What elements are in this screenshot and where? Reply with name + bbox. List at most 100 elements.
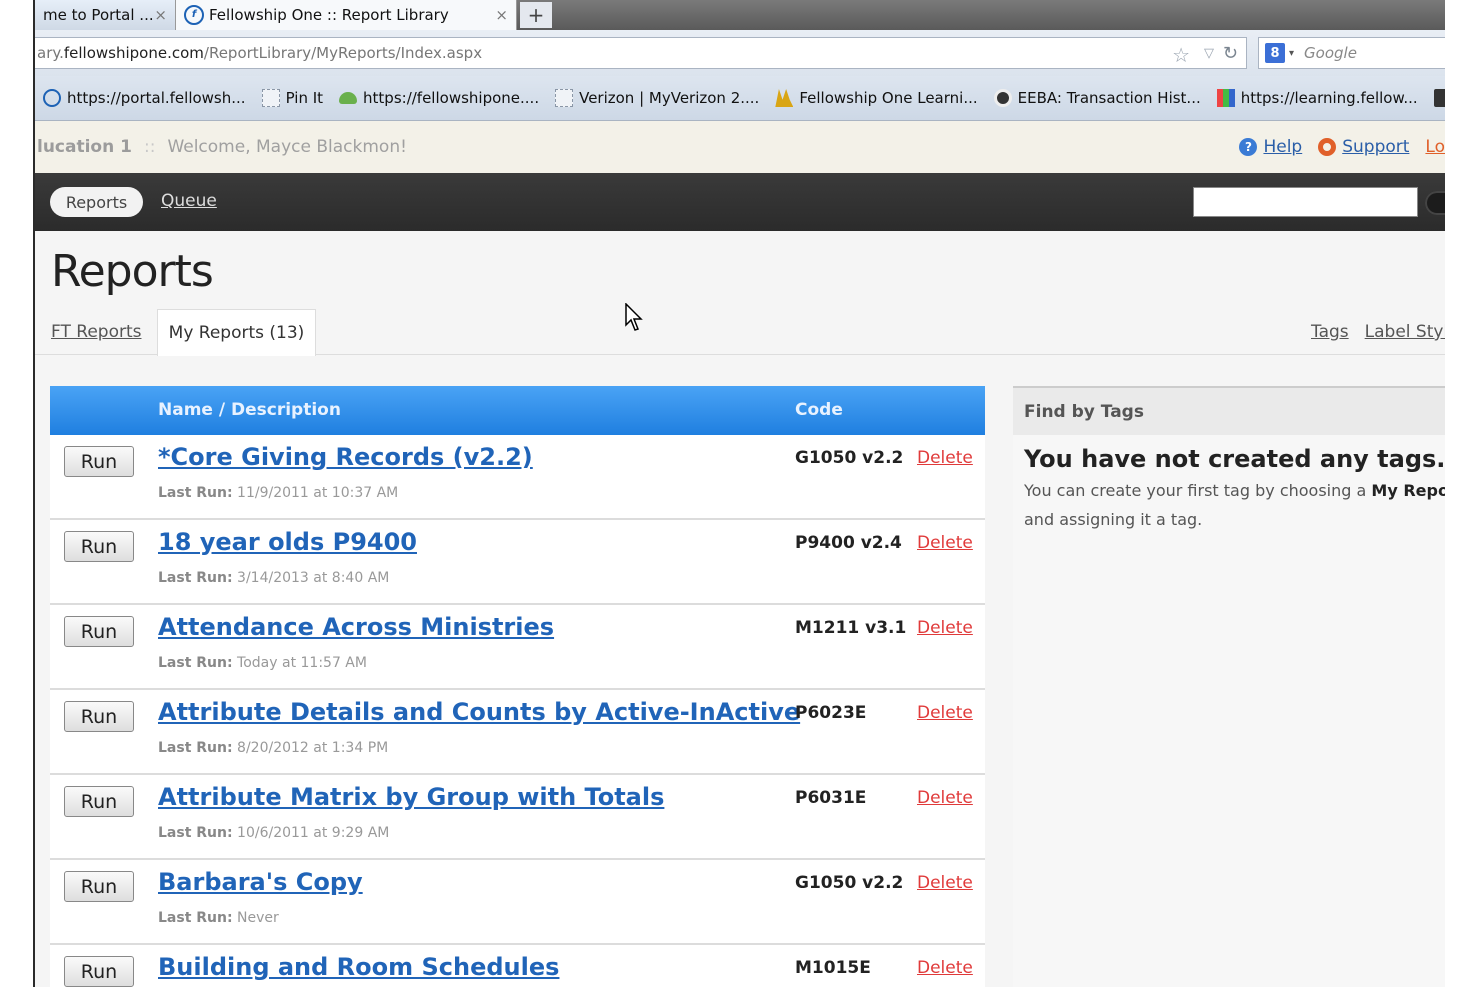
report-name-link[interactable]: Attribute Details and Counts by Active-I… [158,698,800,726]
table-row: Run 18 year olds P9400 Last Run: 3/14/20… [50,520,985,605]
browser-navigation-bar: ary. fellowshipone.com/ReportLibrary/MyRe… [35,30,1445,76]
report-name-link[interactable]: Barbara's Copy [158,868,363,896]
help-link[interactable]: Help [1263,137,1302,157]
report-search-input[interactable] [1193,187,1418,217]
address-bar[interactable]: ary. fellowshipone.com/ReportLibrary/MyRe… [35,37,1247,69]
header-separator: :: [143,137,156,157]
search-engine-icon[interactable]: 8 [1265,43,1285,63]
report-name-link[interactable]: 18 year olds P9400 [158,528,417,556]
delete-link[interactable]: Delete [917,448,973,468]
tags-link[interactable]: Tags [1311,322,1349,342]
bookmark-item[interactable]: Fellowship One Learni... [775,89,978,107]
last-run-info: Last Run: 11/9/2011 at 10:37 AM [158,485,398,501]
close-icon[interactable]: × [495,6,508,24]
no-tags-text-line2: and assigning it a tag. [1024,510,1203,529]
church-name: lucation 1 [37,137,132,157]
table-row: Run Building and Room Schedules M1015E D… [50,945,985,987]
history-dropdown-icon[interactable]: ▽ [1204,46,1214,61]
header-links: ? Help Support Lo [1239,121,1445,173]
main-menu-bar: Reports Queue [35,173,1445,231]
learning-icon [775,89,794,107]
report-name-link[interactable]: Attribute Matrix by Group with Totals [158,783,664,811]
bookmarks-toolbar: https://portal.fellowsh... Pin It https:… [35,76,1445,121]
nav-queue[interactable]: Queue [161,191,217,211]
page-title: Reports [51,246,214,297]
bookmark-label: Fellowship One Learni... [799,89,978,107]
browser-search-box[interactable]: 8 ▾ Google [1258,37,1445,69]
browser-tab-title: Fellowship One :: Report Library [209,6,449,24]
delete-link[interactable]: Delete [917,703,973,723]
last-run-label: Last Run: [158,825,233,841]
delete-link[interactable]: Delete [917,618,973,638]
no-tags-title: You have not created any tags. [1024,445,1445,473]
run-button[interactable]: Run [64,786,134,817]
page-icon [555,89,574,107]
bookmark-label: https://learning.fellow... [1240,89,1418,107]
last-run-label: Last Run: [158,740,233,756]
run-button[interactable]: Run [64,871,134,902]
report-name-link[interactable]: Building and Room Schedules [158,953,559,981]
delete-link[interactable]: Delete [917,788,973,808]
help-icon: ? [1239,138,1258,156]
lifebuoy-icon [1318,138,1337,156]
tab-ft-reports[interactable]: FT Reports [51,322,141,342]
table-row: Run Attendance Across Ministries Last Ru… [50,605,985,690]
delete-link[interactable]: Delete [917,873,973,893]
mouse-cursor-icon [625,303,643,331]
nav-reports[interactable]: Reports [50,187,143,217]
tab-my-reports[interactable]: My Reports (13) [157,309,316,356]
reports-table-header: Name / Description Code [50,386,985,435]
screen-right-edge [1445,0,1480,987]
view-links: Tags Label Styl [1311,322,1445,342]
bookmark-label: Pin It [285,89,324,107]
delete-link[interactable]: Delete [917,958,973,978]
run-button[interactable]: Run [64,616,134,647]
run-button[interactable]: Run [64,701,134,732]
no-tags-text-start: You can create your first tag by choosin… [1024,481,1372,500]
label-styles-link[interactable]: Label Styl [1365,322,1445,342]
last-run-value: 11/9/2011 at 10:37 AM [237,485,399,501]
last-run-label: Last Run: [158,485,233,501]
welcome-message: Welcome, Mayce Blackmon! [167,137,407,157]
bookmark-star-icon[interactable]: ☆ [1172,43,1190,67]
no-tags-text-bold: My Repo [1371,481,1445,500]
screen-left-edge [0,0,35,987]
bookmark-item[interactable]: https://portal.fellowsh... [43,89,246,107]
last-run-label: Last Run: [158,570,233,586]
browser-tab-portal[interactable]: me to Portal ... × [35,0,175,30]
cloud-icon [339,92,358,104]
last-run-info: Last Run: Never [158,910,279,926]
find-by-tags-panel: You have not created any tags. You can c… [1013,435,1445,987]
url-domain: fellowshipone.com [63,44,204,62]
no-tags-message: You can create your first tag by choosin… [1024,476,1445,534]
last-run-value: 8/20/2012 at 1:34 PM [237,740,389,756]
table-row: Run Barbara's Copy Last Run: Never G1050… [50,860,985,945]
logout-link[interactable]: Lo [1425,137,1445,157]
table-row: Run Attribute Details and Counts by Acti… [50,690,985,775]
bookmark-item[interactable]: EEBA: Transaction Hist... [993,89,1201,107]
table-row: Run *Core Giving Records (v2.2) Last Run… [50,435,985,520]
run-button[interactable]: Run [64,531,134,562]
bookmark-item[interactable]: A [1433,89,1445,107]
search-button[interactable] [1425,191,1445,215]
app-header: lucation 1 :: Welcome, Mayce Blackmon! ?… [35,121,1445,173]
support-link[interactable]: Support [1342,137,1409,157]
report-name-link[interactable]: *Core Giving Records (v2.2) [158,443,533,471]
run-button[interactable]: Run [64,956,134,987]
browser-tab-report-library[interactable]: f Fellowship One :: Report Library × [175,0,517,30]
bookmark-item[interactable]: Verizon | MyVerizon 2.... [555,89,759,107]
report-code: M1211 v3.1 [795,618,907,638]
find-by-tags-header: Find by Tags [1013,386,1445,435]
chevron-down-icon[interactable]: ▾ [1289,48,1294,59]
close-icon[interactable]: × [154,6,167,24]
bookmark-item[interactable]: https://fellowshipone.... [339,89,539,107]
bookmark-item[interactable]: Pin It [261,89,324,107]
bookmark-item[interactable]: https://learning.fellow... [1216,89,1418,107]
bookmark-label: https://fellowshipone.... [363,89,540,107]
delete-link[interactable]: Delete [917,533,973,553]
reload-icon[interactable]: ↻ [1223,43,1238,64]
run-button[interactable]: Run [64,446,134,477]
browser-tab-title: me to Portal ... [43,6,154,24]
new-tab-button[interactable]: + [520,2,552,28]
report-name-link[interactable]: Attendance Across Ministries [158,613,554,641]
